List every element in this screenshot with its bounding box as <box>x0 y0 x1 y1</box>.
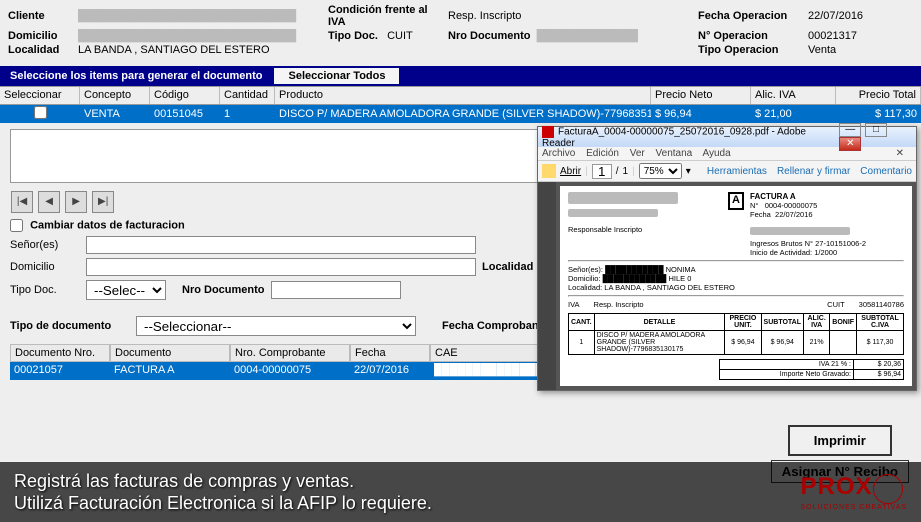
folder-icon[interactable] <box>542 164 556 178</box>
row-checkbox[interactable] <box>34 106 47 119</box>
domicilio-input[interactable] <box>86 258 476 276</box>
zoom-dropdown-icon[interactable]: ▾ <box>686 166 691 177</box>
menu-edicion[interactable]: Edición <box>586 148 619 159</box>
tipo-doc-select[interactable]: --Seleccionar-- <box>136 316 416 336</box>
pdf-title: FacturaA_0004-00000075_25072016_0928.pdf… <box>542 126 806 148</box>
pdf-reader-icon <box>542 126 554 138</box>
items-row[interactable]: VENTA 00151045 1 DISCO P/ MADERA AMOLADO… <box>0 105 921 123</box>
cond-iva-value: Resp. Inscripto <box>448 10 698 22</box>
fecha-comp-label: Fecha Comprobante <box>442 320 548 332</box>
cliente-value: ████████████████████████████ <box>78 10 296 22</box>
pdf-page: Responsable Inscripto A FACTURA A N° 000… <box>560 186 912 386</box>
localidad-label: Localidad <box>8 44 78 56</box>
comment-link[interactable]: Comentario <box>860 166 912 177</box>
nav-last-icon[interactable]: ▶| <box>92 191 114 213</box>
menu-ventana[interactable]: Ventana <box>656 148 693 159</box>
senor-label: Señor(es) <box>10 239 80 251</box>
invoice-letter: A <box>728 192 744 210</box>
minimize-button[interactable]: — <box>839 123 861 137</box>
nrodoc-input[interactable] <box>271 281 401 299</box>
footer-line-1: Registrá las facturas de compras y venta… <box>14 470 432 493</box>
brand-circle-icon <box>873 474 903 504</box>
items-bar-label: Seleccione los items para generar el doc… <box>4 68 268 84</box>
brand-logo: PROX SOLUCIONES CREATIVAS <box>801 473 907 511</box>
menu-archivo[interactable]: Archivo <box>542 148 575 159</box>
zoom-select[interactable]: 75% <box>639 163 682 179</box>
nrodoc-label: Nro Documento <box>448 30 531 42</box>
nav-next-icon[interactable]: ▶ <box>65 191 87 213</box>
tipo-doc-label: Tipo de documento <box>10 320 130 332</box>
tipodoc-select[interactable]: --Selec-- <box>86 280 166 300</box>
footer-overlay: Registrá las facturas de compras y venta… <box>0 462 921 522</box>
localidad-value: LA BANDA , SANTIAGO DEL ESTERO <box>78 44 698 56</box>
items-bar: Seleccione los items para generar el doc… <box>0 66 921 86</box>
domicilio2-label: Domicilio <box>10 261 80 273</box>
maximize-button[interactable]: □ <box>865 123 887 137</box>
menu-ver[interactable]: Ver <box>630 148 645 159</box>
tools-link[interactable]: Herramientas <box>707 166 767 177</box>
nrodoc2-label: Nro Documento <box>182 284 265 296</box>
tipoop-label: Tipo Operacion <box>698 44 808 56</box>
header-panel: Cliente ████████████████████████████ Con… <box>0 0 921 66</box>
localidad2-label: Localidad <box>482 261 533 273</box>
nop-label: N° Operacion <box>698 30 808 42</box>
senor-input[interactable] <box>86 236 476 254</box>
pdf-sidebar[interactable] <box>538 182 556 390</box>
menu-ayuda[interactable]: Ayuda <box>702 148 730 159</box>
nav-first-icon[interactable]: |◀ <box>11 191 33 213</box>
fecha-op-label: Fecha Operacion <box>698 10 808 22</box>
abrir-button[interactable]: Abrir <box>560 166 581 177</box>
footer-line-2: Utilizá Facturación Electronica si la AF… <box>14 492 432 515</box>
fill-sign-link[interactable]: Rellenar y firmar <box>777 166 850 177</box>
close-button[interactable]: ✕ <box>839 137 861 151</box>
cliente-label: Cliente <box>8 10 78 22</box>
domicilio-value: ████████████████████████████ <box>78 30 296 42</box>
domicilio-label: Domicilio <box>8 30 78 42</box>
tipoop-value: Venta <box>808 44 836 56</box>
pdf-window: FacturaA_0004-00000075_25072016_0928.pdf… <box>537 126 917 391</box>
nrodoc-value: █████████████ <box>537 30 638 42</box>
tipodoc-label: Tipo Doc. <box>328 30 378 42</box>
tipodoc2-label: Tipo Doc. <box>10 284 80 296</box>
page-current-input[interactable] <box>592 164 612 179</box>
fecha-op-value: 22/07/2016 <box>808 10 863 22</box>
items-header: Seleccionar Concepto Código Cantidad Pro… <box>0 86 921 105</box>
imprimir-button[interactable]: Imprimir <box>788 425 892 456</box>
override-billing-checkbox[interactable] <box>10 219 23 232</box>
cond-iva-label: Condición frente al IVA <box>328 4 448 28</box>
select-all-button[interactable]: Seleccionar Todos <box>274 68 399 84</box>
nop-value: 00021317 <box>808 30 857 42</box>
tipodoc-value: CUIT <box>387 30 413 42</box>
nav-prev-icon[interactable]: ◀ <box>38 191 60 213</box>
override-billing-label: Cambiar datos de facturacion <box>30 219 185 231</box>
page-total: 1 <box>623 166 629 177</box>
